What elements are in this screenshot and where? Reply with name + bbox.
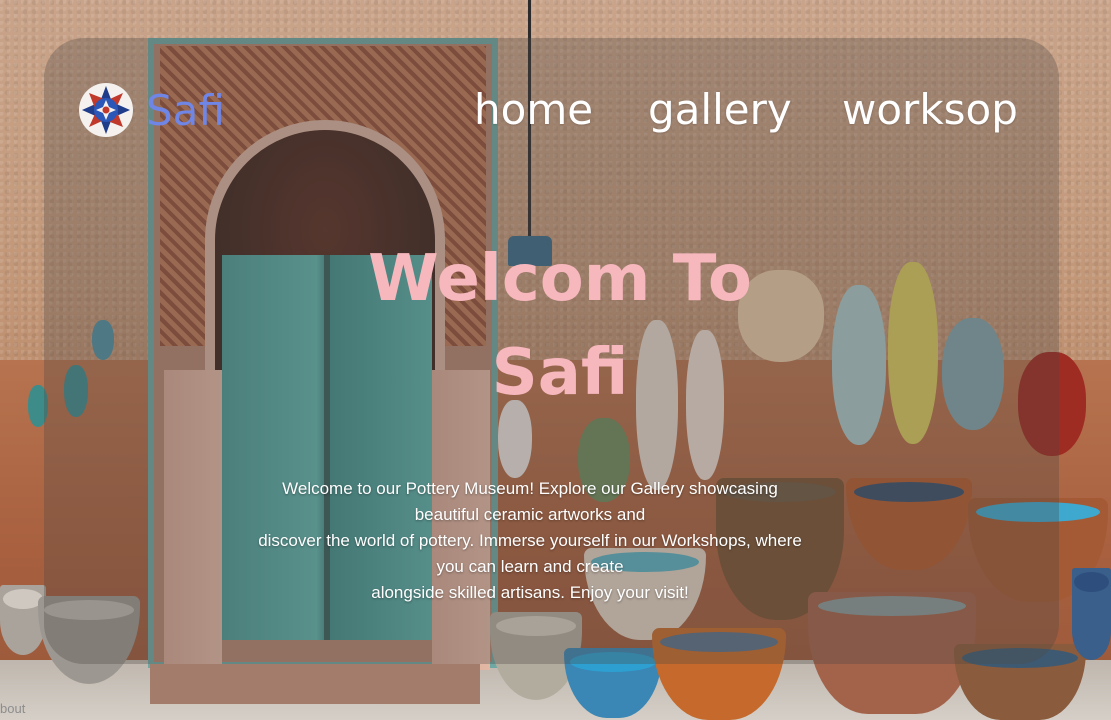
hero-description-line: beautiful ceramic artworks and (414, 505, 646, 524)
nav-home-link[interactable]: home (474, 82, 593, 138)
brand-name[interactable]: Safi (146, 86, 225, 136)
mandala-tile-icon[interactable] (78, 82, 134, 138)
about-link[interactable]: bout (0, 700, 25, 718)
nav-workshop-link[interactable]: worksop (842, 82, 1018, 138)
hero-description-line: you can learn and create (436, 557, 624, 576)
nav-gallery-link[interactable]: gallery (648, 82, 792, 138)
page: Safi home gallery worksop Welcom To Safi… (0, 0, 1111, 720)
hero-title-line-2: Safi (491, 336, 629, 410)
hero-description: Welcome to our Pottery Museum! Explore o… (180, 476, 880, 606)
hero-description-line: alongside skilled artisans. Enjoy your v… (371, 583, 689, 602)
hero-title-line-1: Welcom To (368, 242, 752, 316)
bowl (1072, 568, 1111, 660)
hero-description-line: Welcome to our Pottery Museum! Explore o… (282, 479, 778, 498)
hero-description-line: discover the world of pottery. Immerse y… (258, 531, 802, 550)
door-step (150, 664, 480, 704)
hero-title: Welcom To Safi (300, 232, 820, 420)
